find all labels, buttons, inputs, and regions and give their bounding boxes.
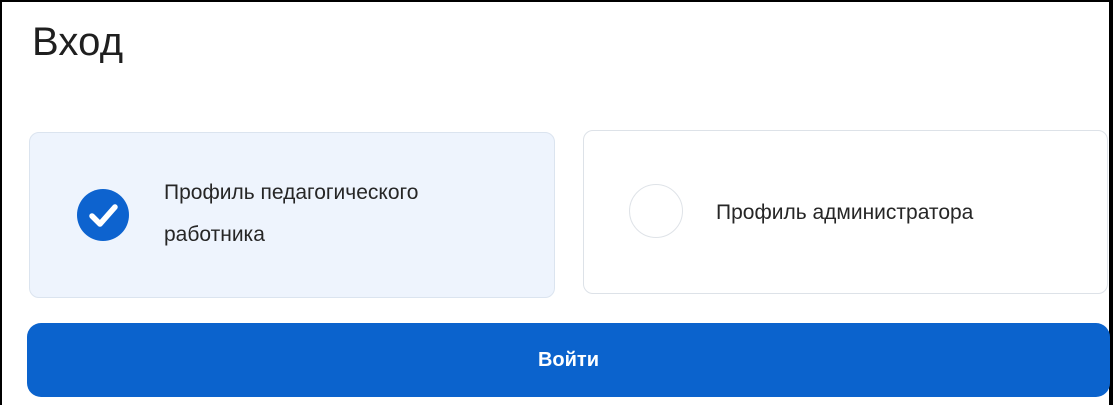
profile-option-teacher[interactable]: Профиль педагогического работника bbox=[29, 132, 555, 298]
profile-option-label: Профиль администратора bbox=[716, 201, 974, 224]
login-button[interactable]: Войти bbox=[27, 323, 1110, 397]
profile-option-label: Профиль педагогического работника bbox=[164, 181, 419, 246]
page-title: Вход bbox=[32, 20, 124, 64]
profile-option-admin[interactable]: Профиль администратора bbox=[583, 130, 1108, 294]
login-panel: Вход Профиль педагогического работника П… bbox=[0, 0, 1113, 405]
radio-empty-icon bbox=[629, 184, 683, 238]
checkmark-icon bbox=[77, 189, 129, 241]
